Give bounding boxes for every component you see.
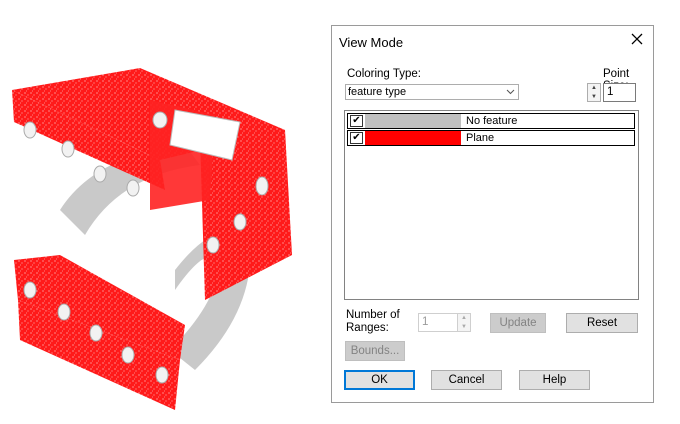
ranges-label-line1: Number of xyxy=(346,309,400,321)
feature-label: Plane xyxy=(466,132,495,144)
color-swatch[interactable] xyxy=(365,114,461,128)
feature-label: No feature xyxy=(466,115,518,127)
dialog-title: View Mode xyxy=(339,35,404,50)
color-swatch[interactable] xyxy=(365,131,461,145)
feature-checkbox[interactable]: ✔ xyxy=(350,115,363,127)
feature-checkbox[interactable]: ✔ xyxy=(350,132,363,144)
ranges-spinner[interactable]: ▲ ▼ xyxy=(457,313,471,332)
point-size-input[interactable]: 1 xyxy=(603,83,636,102)
update-button[interactable]: Update xyxy=(490,313,546,333)
chevron-down-icon xyxy=(506,89,515,95)
cancel-button[interactable]: Cancel xyxy=(431,370,502,390)
feature-row-plane[interactable]: ✔ Plane xyxy=(347,130,635,146)
spin-up-icon[interactable]: ▲ xyxy=(588,84,600,93)
view-mode-dialog: View Mode Coloring Type: feature type Po… xyxy=(331,25,654,403)
coloring-type-value: feature type xyxy=(348,86,407,98)
feature-list[interactable]: ✔ No feature ✔ Plane xyxy=(344,110,639,300)
spin-down-icon[interactable]: ▼ xyxy=(458,323,470,332)
spin-up-icon[interactable]: ▲ xyxy=(458,314,470,323)
feature-row-no-feature[interactable]: ✔ No feature xyxy=(347,113,635,129)
spin-down-icon[interactable]: ▼ xyxy=(588,93,600,102)
ok-button[interactable]: OK xyxy=(344,370,415,390)
help-button[interactable]: Help xyxy=(519,370,590,390)
ranges-input[interactable]: 1 xyxy=(418,313,458,332)
coloring-type-label: Coloring Type: xyxy=(347,68,421,80)
bounds-button[interactable]: Bounds... xyxy=(345,341,405,361)
close-icon[interactable] xyxy=(629,31,645,47)
ranges-label-line2: Ranges: xyxy=(346,322,389,334)
point-cloud-viewport[interactable] xyxy=(0,50,310,420)
point-size-spinner[interactable]: ▲ ▼ xyxy=(587,83,601,102)
coloring-type-select[interactable]: feature type xyxy=(345,84,519,100)
reset-button[interactable]: Reset xyxy=(566,313,638,333)
bracket-model-render xyxy=(12,68,292,410)
